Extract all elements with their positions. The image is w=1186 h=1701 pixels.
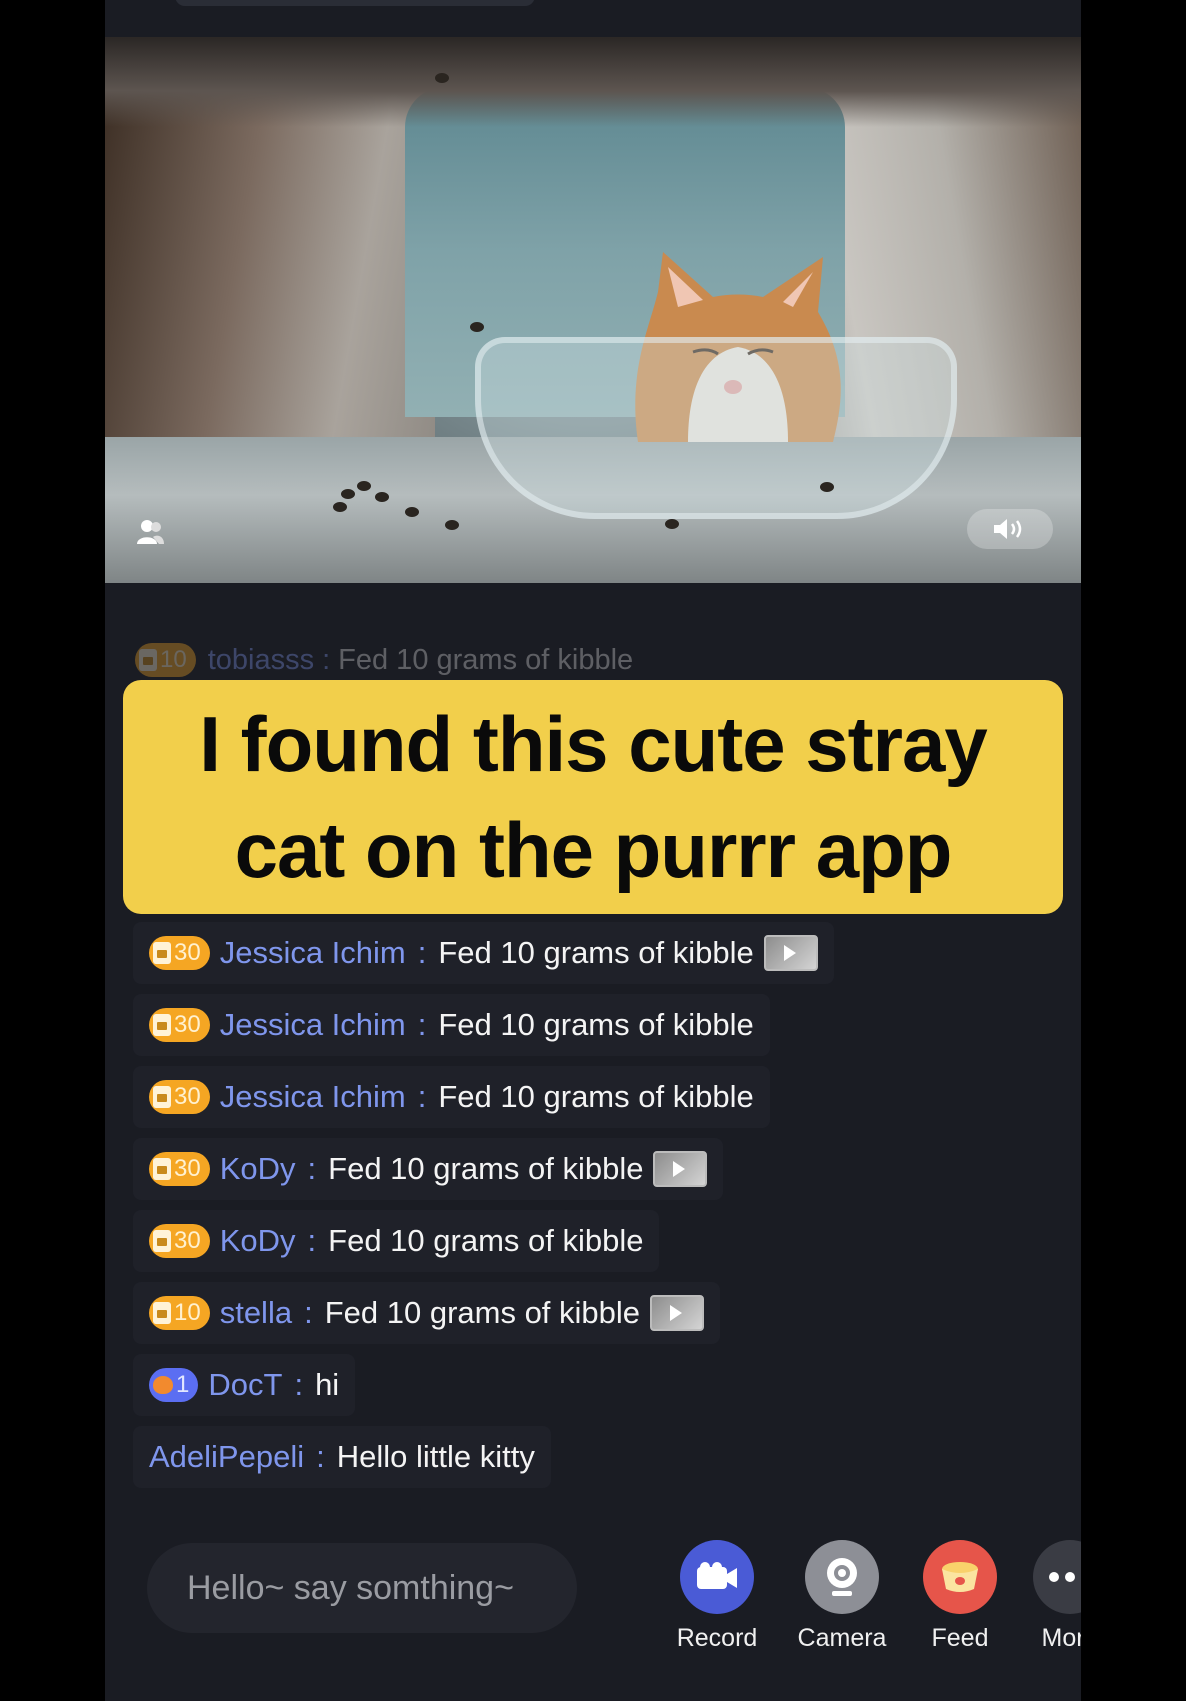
feed-label: Feed [931, 1624, 989, 1652]
video-clip-icon[interactable] [763, 935, 818, 971]
chat-message[interactable]: 30 Jessica Ichim: Fed 10 grams of kibble [133, 994, 770, 1056]
more-label: More [1041, 1624, 1081, 1652]
top-handle [175, 0, 535, 6]
record-label: Record [676, 1624, 758, 1652]
caption-banner: I found this cute stray cat on the purrr… [123, 680, 1063, 914]
badge-count: 10 [174, 1299, 201, 1326]
chat-username[interactable]: Jessica Ichim [220, 1007, 406, 1043]
paw-badge: 1 [149, 1368, 199, 1402]
chat-separator: : [304, 1295, 313, 1330]
video-clip-icon[interactable] [650, 1295, 705, 1331]
chat-message[interactable]: 30 Jessica Ichim: Fed 10 grams of kibble [133, 922, 834, 984]
webcam-icon [827, 1558, 857, 1596]
video-clip-icon[interactable] [653, 1151, 708, 1187]
chat-username: tobiasss [207, 643, 315, 676]
chat-message[interactable]: 1 DocT: hi [133, 1354, 356, 1416]
chat-username[interactable]: AdeliPepeli [149, 1439, 304, 1475]
chat-username[interactable]: KoDy [220, 1151, 296, 1187]
kibble-bag-icon [153, 1302, 171, 1324]
chat-separator: : [417, 935, 427, 970]
video-camera-icon [697, 1562, 737, 1589]
speaker-icon [994, 519, 1022, 539]
kibble-badge: 10 [135, 643, 196, 677]
chat-message[interactable]: 30 KoDy: Fed 10 grams of kibble [133, 1210, 660, 1272]
chat-text: Fed 10 grams of kibble [328, 1151, 644, 1186]
faded-chat-message: 10 tobiasss : Fed 10 grams of kibble [135, 640, 885, 680]
badge-count: 30 [174, 939, 201, 966]
chat-username[interactable]: Jessica Ichim [220, 935, 406, 971]
sound-toggle-button[interactable] [967, 509, 1053, 549]
food-bowl-icon [942, 1562, 978, 1592]
kibble-bag-icon [139, 649, 157, 671]
chat-username[interactable]: stella [220, 1295, 292, 1331]
badge-count: 30 [174, 1011, 201, 1038]
chat-username[interactable]: KoDy [220, 1223, 296, 1259]
feed-circle [923, 1540, 997, 1614]
caption-line-2: cat on the purrr app [234, 806, 953, 894]
kibble-bag-icon [153, 1086, 171, 1108]
chat-separator: : [307, 1223, 317, 1258]
chat-separator: : [417, 1079, 427, 1114]
chat-message[interactable]: 30 KoDy: Fed 10 grams of kibble [133, 1138, 724, 1200]
badge-count: 1 [176, 1371, 190, 1398]
kibble-badge: 30 [149, 1224, 210, 1258]
chat-list[interactable]: 30 Jessica Ichim: Fed 10 grams of kibble 30… [133, 922, 1063, 1498]
record-button[interactable]: Record [662, 1540, 772, 1653]
chat-text: Fed 10 grams of kibble [438, 935, 754, 970]
feed-button[interactable]: Feed [905, 1540, 1015, 1653]
kibble-bag-icon [153, 1014, 171, 1036]
app-screen: 10 tobiasss : Fed 10 grams of kibble I f… [105, 0, 1081, 1701]
kibble-bag-icon [153, 1230, 171, 1252]
more-dots-icon [1049, 1572, 1075, 1582]
kibble-bag-icon [153, 942, 171, 964]
kibble-badge: 10 [149, 1296, 210, 1330]
chat-text: Fed 10 grams of kibble [438, 1007, 754, 1042]
cat-face-icon [153, 1376, 173, 1394]
more-circle [1033, 1540, 1081, 1614]
chat-separator: : [316, 1439, 325, 1474]
camera-label: Camera [797, 1624, 887, 1652]
chat-text: Fed 10 grams of kibble [338, 643, 634, 676]
chat-input[interactable] [147, 1543, 577, 1633]
caption-line-1: I found this cute stray [199, 700, 987, 788]
chat-text: Fed 10 grams of kibble [438, 1079, 754, 1114]
kibble-badge: 30 [149, 1008, 210, 1042]
chat-username[interactable]: Jessica Ichim [220, 1079, 406, 1115]
chat-separator: : [294, 1367, 304, 1402]
chat-separator: : [417, 1007, 427, 1042]
camera-button[interactable]: Camera [787, 1540, 897, 1653]
chat-message[interactable]: AdeliPepeli: Hello little kitty [133, 1426, 551, 1488]
chat-username[interactable]: DocT [208, 1367, 282, 1403]
live-video-feed[interactable] [105, 37, 1081, 583]
chat-message[interactable]: 10 stella: Fed 10 grams of kibble [133, 1282, 721, 1344]
camera-circle [805, 1540, 879, 1614]
chat-separator: : [307, 1151, 317, 1186]
chat-message[interactable]: 30 Jessica Ichim: Fed 10 grams of kibble [133, 1066, 770, 1128]
chat-text: Fed 10 grams of kibble [324, 1295, 641, 1330]
chat-text: Hello little kitty [336, 1439, 535, 1474]
kibble-bag-icon [153, 1158, 171, 1180]
kibble-badge: 30 [149, 1080, 210, 1114]
viewers-icon[interactable] [135, 517, 165, 547]
badge-count: 30 [174, 1155, 201, 1182]
chat-text: hi [315, 1367, 340, 1402]
badge-count: 30 [174, 1083, 201, 1110]
record-circle [680, 1540, 754, 1614]
kibble-badge: 30 [149, 936, 210, 970]
feeder-bowl [475, 337, 957, 519]
kibble-badge: 30 [149, 1152, 210, 1186]
more-button[interactable]: More [1015, 1540, 1081, 1653]
chat-text: Fed 10 grams of kibble [328, 1223, 644, 1258]
badge-count: 30 [174, 1227, 201, 1254]
